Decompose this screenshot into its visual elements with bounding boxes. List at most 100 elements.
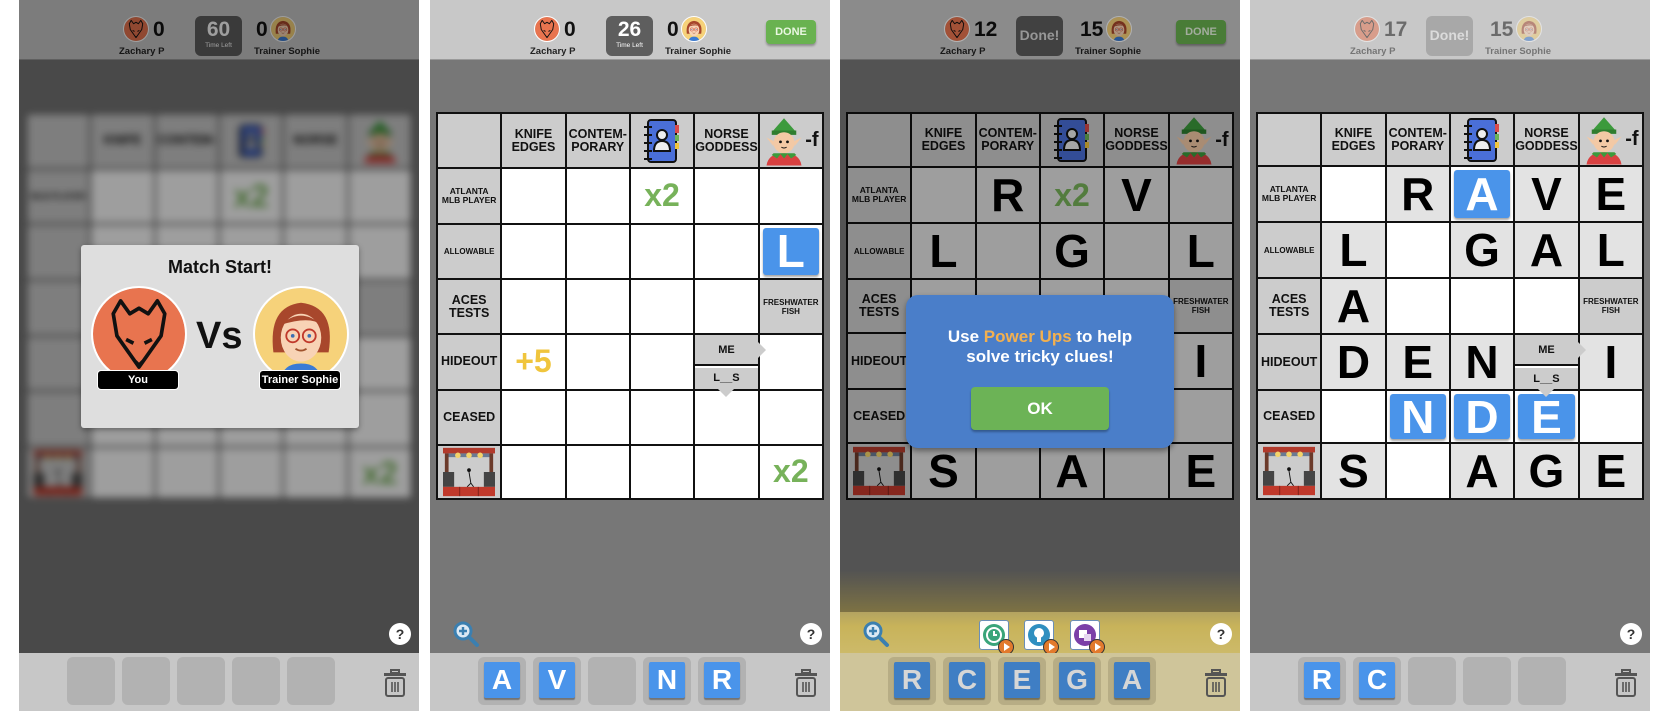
grid-cell[interactable]: A [1450, 444, 1514, 498]
letter-tile[interactable]: C [1359, 662, 1395, 698]
grid-cell[interactable] [566, 445, 629, 498]
grid-cell[interactable]: E [1386, 335, 1449, 389]
grid-cell[interactable] [630, 279, 694, 334]
grid-cell[interactable] [695, 390, 758, 444]
grid-cell-bonus[interactable]: x2 [759, 445, 822, 498]
grid-cell[interactable] [1105, 444, 1168, 498]
letter-tile[interactable]: R [1304, 662, 1340, 698]
grid-cell[interactable]: V [1515, 167, 1578, 221]
grid-cell[interactable] [759, 335, 822, 389]
grid-cell[interactable] [759, 390, 822, 444]
grid-cell[interactable] [695, 445, 758, 498]
grid-cell[interactable] [566, 169, 629, 223]
tray-slot[interactable]: G [1053, 657, 1101, 705]
placed-tile[interactable]: A [1453, 168, 1511, 220]
grid-cell[interactable] [912, 168, 975, 222]
tray-slot[interactable]: R [1298, 657, 1346, 705]
grid-cell[interactable] [1322, 391, 1385, 442]
lightbulb-powerup-icon[interactable] [1024, 620, 1059, 655]
grid-cell[interactable] [1169, 390, 1232, 442]
grid-cell[interactable] [1579, 391, 1642, 442]
grid-cell[interactable] [630, 390, 694, 444]
grid-cell[interactable] [502, 445, 565, 498]
done-button[interactable]: DONE [766, 20, 816, 44]
tray-slot[interactable]: C [943, 657, 991, 705]
grid-cell[interactable] [1450, 279, 1514, 333]
grid-cell[interactable] [695, 279, 758, 334]
grid-cell[interactable]: A [1040, 444, 1104, 498]
trash-icon[interactable] [1204, 669, 1228, 697]
placed-tile[interactable]: D [1453, 391, 1511, 443]
tray-slot-empty[interactable] [1518, 657, 1566, 705]
grid-cell[interactable]: E [1579, 167, 1642, 221]
trash-icon[interactable] [383, 669, 407, 697]
grid-cell[interactable]: I [1169, 334, 1232, 388]
grid-cell[interactable] [566, 390, 629, 444]
grid-cell[interactable]: D [1450, 391, 1514, 443]
letter-tile[interactable]: V [539, 662, 575, 698]
grid-cell[interactable] [566, 335, 629, 389]
letter-tile[interactable]: R [704, 662, 740, 698]
tray-slot[interactable] [67, 657, 115, 705]
grid-cell[interactable]: L [1322, 223, 1385, 277]
tray-slot[interactable] [287, 657, 335, 705]
grid-cell[interactable] [630, 224, 694, 278]
grid-cell[interactable] [695, 169, 758, 223]
grid-cell[interactable]: G [1040, 224, 1104, 278]
grid-cell[interactable] [502, 390, 565, 444]
grid-cell[interactable]: G [1515, 444, 1578, 498]
grid-cell[interactable]: L [1579, 223, 1642, 277]
tray-slot[interactable]: A [1108, 657, 1156, 705]
grid-cell[interactable]: R [976, 168, 1039, 222]
grid-cell-bonus[interactable]: x2 [630, 169, 694, 223]
grid-cell[interactable]: G [1450, 223, 1514, 277]
tray-slot[interactable]: R [888, 657, 936, 705]
trash-icon[interactable] [794, 669, 818, 697]
letter-tile[interactable]: R [894, 662, 930, 698]
trash-icon[interactable] [1614, 669, 1638, 697]
grid-cell[interactable] [630, 335, 694, 389]
ok-button[interactable]: OK [971, 387, 1109, 430]
tray-slot-empty[interactable] [588, 657, 636, 705]
grid-cell[interactable] [976, 444, 1039, 498]
tray-slot[interactable] [122, 657, 170, 705]
grid-cell[interactable] [566, 279, 629, 334]
grid-cell[interactable] [502, 169, 565, 223]
tray-slot[interactable]: V [533, 657, 581, 705]
letter-tile[interactable]: A [1114, 662, 1150, 698]
placed-tile[interactable]: N [1389, 391, 1446, 443]
clock-powerup-icon[interactable] [979, 620, 1014, 655]
grid-cell[interactable]: L [912, 224, 975, 278]
tray-slot[interactable] [177, 657, 225, 705]
swap-powerup-icon[interactable] [1070, 620, 1105, 655]
zoom-in-icon[interactable] [452, 620, 480, 648]
grid-cell[interactable] [1386, 444, 1449, 498]
grid-cell[interactable] [1322, 167, 1385, 221]
grid-cell[interactable] [502, 224, 565, 278]
help-button[interactable]: ? [1210, 623, 1232, 645]
grid-cell[interactable] [1169, 168, 1232, 222]
grid-cell[interactable]: S [1322, 444, 1385, 498]
letter-tile[interactable]: N [649, 662, 685, 698]
grid-cell[interactable]: E [1169, 444, 1232, 498]
tray-slot[interactable]: A [478, 657, 526, 705]
grid-cell[interactable]: A [1322, 279, 1385, 333]
grid-cell[interactable]: D [1322, 335, 1385, 389]
help-button[interactable]: ? [1620, 623, 1642, 645]
grid-cell[interactable] [502, 279, 565, 334]
grid-cell[interactable]: E [1579, 444, 1642, 498]
grid-cell[interactable]: V [1105, 168, 1168, 222]
grid-cell[interactable]: A [1515, 223, 1578, 277]
grid-cell[interactable] [630, 445, 694, 498]
tray-slot[interactable] [232, 657, 280, 705]
placed-tile[interactable]: E [1518, 391, 1575, 443]
grid-cell[interactable]: S [912, 444, 975, 498]
tray-slot[interactable]: E [998, 657, 1046, 705]
help-button[interactable]: ? [800, 623, 822, 645]
help-button[interactable]: ? [389, 623, 411, 645]
grid-cell[interactable] [1515, 279, 1578, 333]
grid-cell[interactable] [566, 224, 629, 278]
grid-cell[interactable] [759, 169, 822, 223]
tray-slot-empty[interactable] [1408, 657, 1456, 705]
letter-tile[interactable]: C [949, 662, 985, 698]
